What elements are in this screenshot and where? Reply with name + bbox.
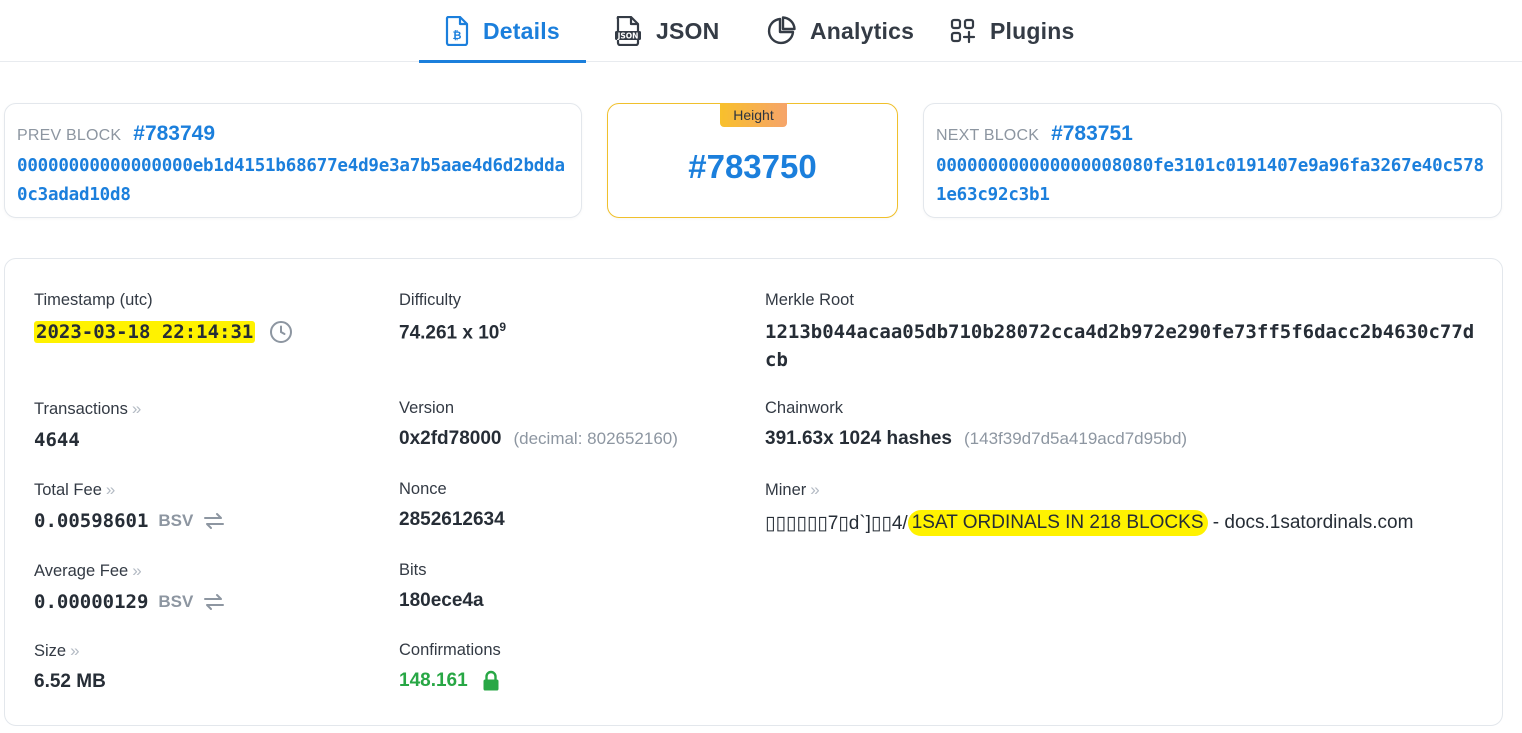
chainwork-label: Chainwork <box>765 399 843 417</box>
difficulty-value: 74.261 x 109 <box>399 320 506 344</box>
transactions-link[interactable]: Transactions » <box>34 399 141 419</box>
double-chevron-right-icon: » <box>132 561 142 580</box>
size-value: 6.52 MB <box>34 671 106 692</box>
total-fee-value-row: 0.00598601 BSV <box>34 510 225 532</box>
tab-json[interactable]: JSON JSON <box>614 0 719 62</box>
tab-bar: ₿ Details JSON JSON Analytics Plugins <box>0 0 1522 63</box>
nonce-value: 2852612634 <box>399 509 505 530</box>
total-fee-field: Total Fee » 0.00598601 BSV <box>34 480 225 532</box>
size-field: Size » 6.52 MB <box>34 641 106 693</box>
block-details-panel: Timestamp (utc) 2023-03-18 22:14:31 Tran… <box>4 258 1503 726</box>
double-chevron-right-icon: » <box>105 480 116 499</box>
tab-details[interactable]: ₿ Details <box>419 0 586 63</box>
timestamp-value: 2023-03-18 22:14:31 <box>34 321 256 343</box>
difficulty-mantissa: 74.261 x 10 <box>399 322 500 344</box>
next-block-number-link[interactable]: #783751 <box>1051 122 1133 146</box>
svg-text:₿: ₿ <box>453 29 462 42</box>
size-link[interactable]: Size » <box>34 641 106 661</box>
tab-analytics[interactable]: Analytics <box>766 0 914 62</box>
difficulty-field: Difficulty 74.261 x 109 <box>399 291 506 344</box>
tab-analytics-label: Analytics <box>810 17 915 44</box>
average-fee-field: Average Fee » 0.00000129 BSV <box>34 561 225 613</box>
miner-link[interactable]: Miner » <box>765 480 1413 500</box>
next-block-header: NEXT BLOCK #783751 <box>936 122 1133 146</box>
version-value: 0x2fd78000 <box>399 428 502 449</box>
prev-block-hash-link[interactable]: 00000000000000000eb1d4151b68677e4d9e3a7b… <box>17 152 573 210</box>
next-block-card[interactable]: NEXT BLOCK #783751 000000000000000008080… <box>923 103 1502 218</box>
miner-prefix: ▯▯▯▯▯▯7▯d`]▯▯4/ <box>765 512 908 534</box>
version-label: Version <box>399 399 455 417</box>
next-block-caption: NEXT BLOCK <box>936 127 1040 144</box>
size-label: Size <box>34 641 67 660</box>
merkle-root-value: 1213b044acaa05db710b28072cca4d2b972e290f… <box>765 321 1475 371</box>
nonce-field: Nonce 2852612634 <box>399 480 505 531</box>
confirmations-value: 148.161 <box>399 670 468 691</box>
confirmations-field: Confirmations 148.161 <box>399 641 501 692</box>
double-chevron-right-icon: » <box>810 480 820 499</box>
swap-arrows-icon[interactable] <box>203 593 225 611</box>
bits-label: Bits <box>399 561 427 579</box>
average-fee-value: 0.00000129 <box>34 591 149 613</box>
svg-text:JSON: JSON <box>617 32 639 41</box>
miner-field: Miner » ▯▯▯▯▯▯7▯d`]▯▯4/1SAT ORDINALS IN … <box>765 480 1413 536</box>
next-block-hash-link[interactable]: 000000000000000008080fe3101c0191407e9a96… <box>936 152 1492 210</box>
chainwork-value: 391.63x 1024 hashes <box>765 428 952 449</box>
average-fee-link[interactable]: Average Fee » <box>34 561 225 581</box>
miner-tag-highlight: 1SAT ORDINALS IN 218 BLOCKS <box>907 510 1208 536</box>
chainwork-value-row: 391.63x 1024 hashes (143f39d7d5a419acd7d… <box>765 428 1187 450</box>
version-decimal: (decimal: 802652160) <box>513 429 678 448</box>
chainwork-field: Chainwork 391.63x 1024 hashes (143f39d7d… <box>765 399 1187 450</box>
miner-value-row: ▯▯▯▯▯▯7▯d`]▯▯4/1SAT ORDINALS IN 218 BLOC… <box>765 510 1413 536</box>
miner-suffix: - docs.1satordinals.com <box>1207 512 1414 533</box>
total-fee-label: Total Fee <box>34 480 102 499</box>
average-fee-value-row: 0.00000129 BSV <box>34 591 225 613</box>
total-fee-link[interactable]: Total Fee » <box>34 480 225 500</box>
tab-details-label: Details <box>483 17 560 44</box>
prev-block-header: PREV BLOCK #783749 <box>17 122 215 146</box>
prev-block-card[interactable]: PREV BLOCK #783749 00000000000000000eb1d… <box>4 103 582 218</box>
bitcoin-document-icon: ₿ <box>445 16 469 46</box>
version-field: Version 0x2fd78000 (decimal: 802652160) <box>399 399 678 450</box>
miner-label: Miner <box>765 480 807 499</box>
difficulty-exponent: 9 <box>499 320 507 334</box>
clock-icon[interactable] <box>269 320 293 344</box>
merkle-root-field: Merkle Root 1213b044acaa05db710b28072cca… <box>765 291 1475 374</box>
timestamp-label: Timestamp (utc) <box>34 291 153 309</box>
transactions-label: Transactions <box>34 399 128 418</box>
height-badge: Height <box>720 103 787 127</box>
height-card: Height #783750 <box>607 103 898 218</box>
timestamp-field: Timestamp (utc) 2023-03-18 22:14:31 <box>34 291 293 344</box>
merkle-root-label: Merkle Root <box>765 291 854 309</box>
average-fee-label: Average Fee <box>34 561 129 580</box>
double-chevron-right-icon: » <box>70 641 80 660</box>
average-fee-unit: BSV <box>158 592 194 611</box>
json-file-icon: JSON <box>615 16 641 46</box>
block-height: #783750 <box>688 148 817 185</box>
tab-json-label: JSON <box>656 17 720 44</box>
swap-arrows-icon[interactable] <box>203 512 225 530</box>
transactions-value: 4644 <box>34 429 80 451</box>
bits-field: Bits 180ece4a <box>399 561 484 612</box>
bits-value: 180ece4a <box>399 590 484 611</box>
tab-plugins[interactable]: Plugins <box>950 0 1074 62</box>
prev-block-number-link[interactable]: #783749 <box>133 122 215 146</box>
tab-plugins-label: Plugins <box>990 17 1075 44</box>
confirmations-label: Confirmations <box>399 641 501 659</box>
confirmations-value-row: 148.161 <box>399 670 501 692</box>
difficulty-value-row: 74.261 x 109 <box>399 320 506 344</box>
double-chevron-right-icon: » <box>131 399 142 418</box>
prev-block-caption: PREV BLOCK <box>17 127 122 144</box>
version-value-row: 0x2fd78000 (decimal: 802652160) <box>399 428 678 450</box>
difficulty-label: Difficulty <box>399 291 462 309</box>
pie-chart-icon <box>767 16 796 45</box>
transactions-field: Transactions » 4644 <box>34 399 141 451</box>
total-fee-unit: BSV <box>158 511 194 530</box>
lock-icon <box>483 670 499 691</box>
chainwork-raw: (143f39d7d5a419acd7d95bd) <box>964 429 1188 448</box>
nonce-label: Nonce <box>399 480 447 498</box>
timestamp-value-row: 2023-03-18 22:14:31 <box>34 320 293 344</box>
plugins-grid-icon <box>950 18 976 44</box>
total-fee-value: 0.00598601 <box>34 510 149 532</box>
